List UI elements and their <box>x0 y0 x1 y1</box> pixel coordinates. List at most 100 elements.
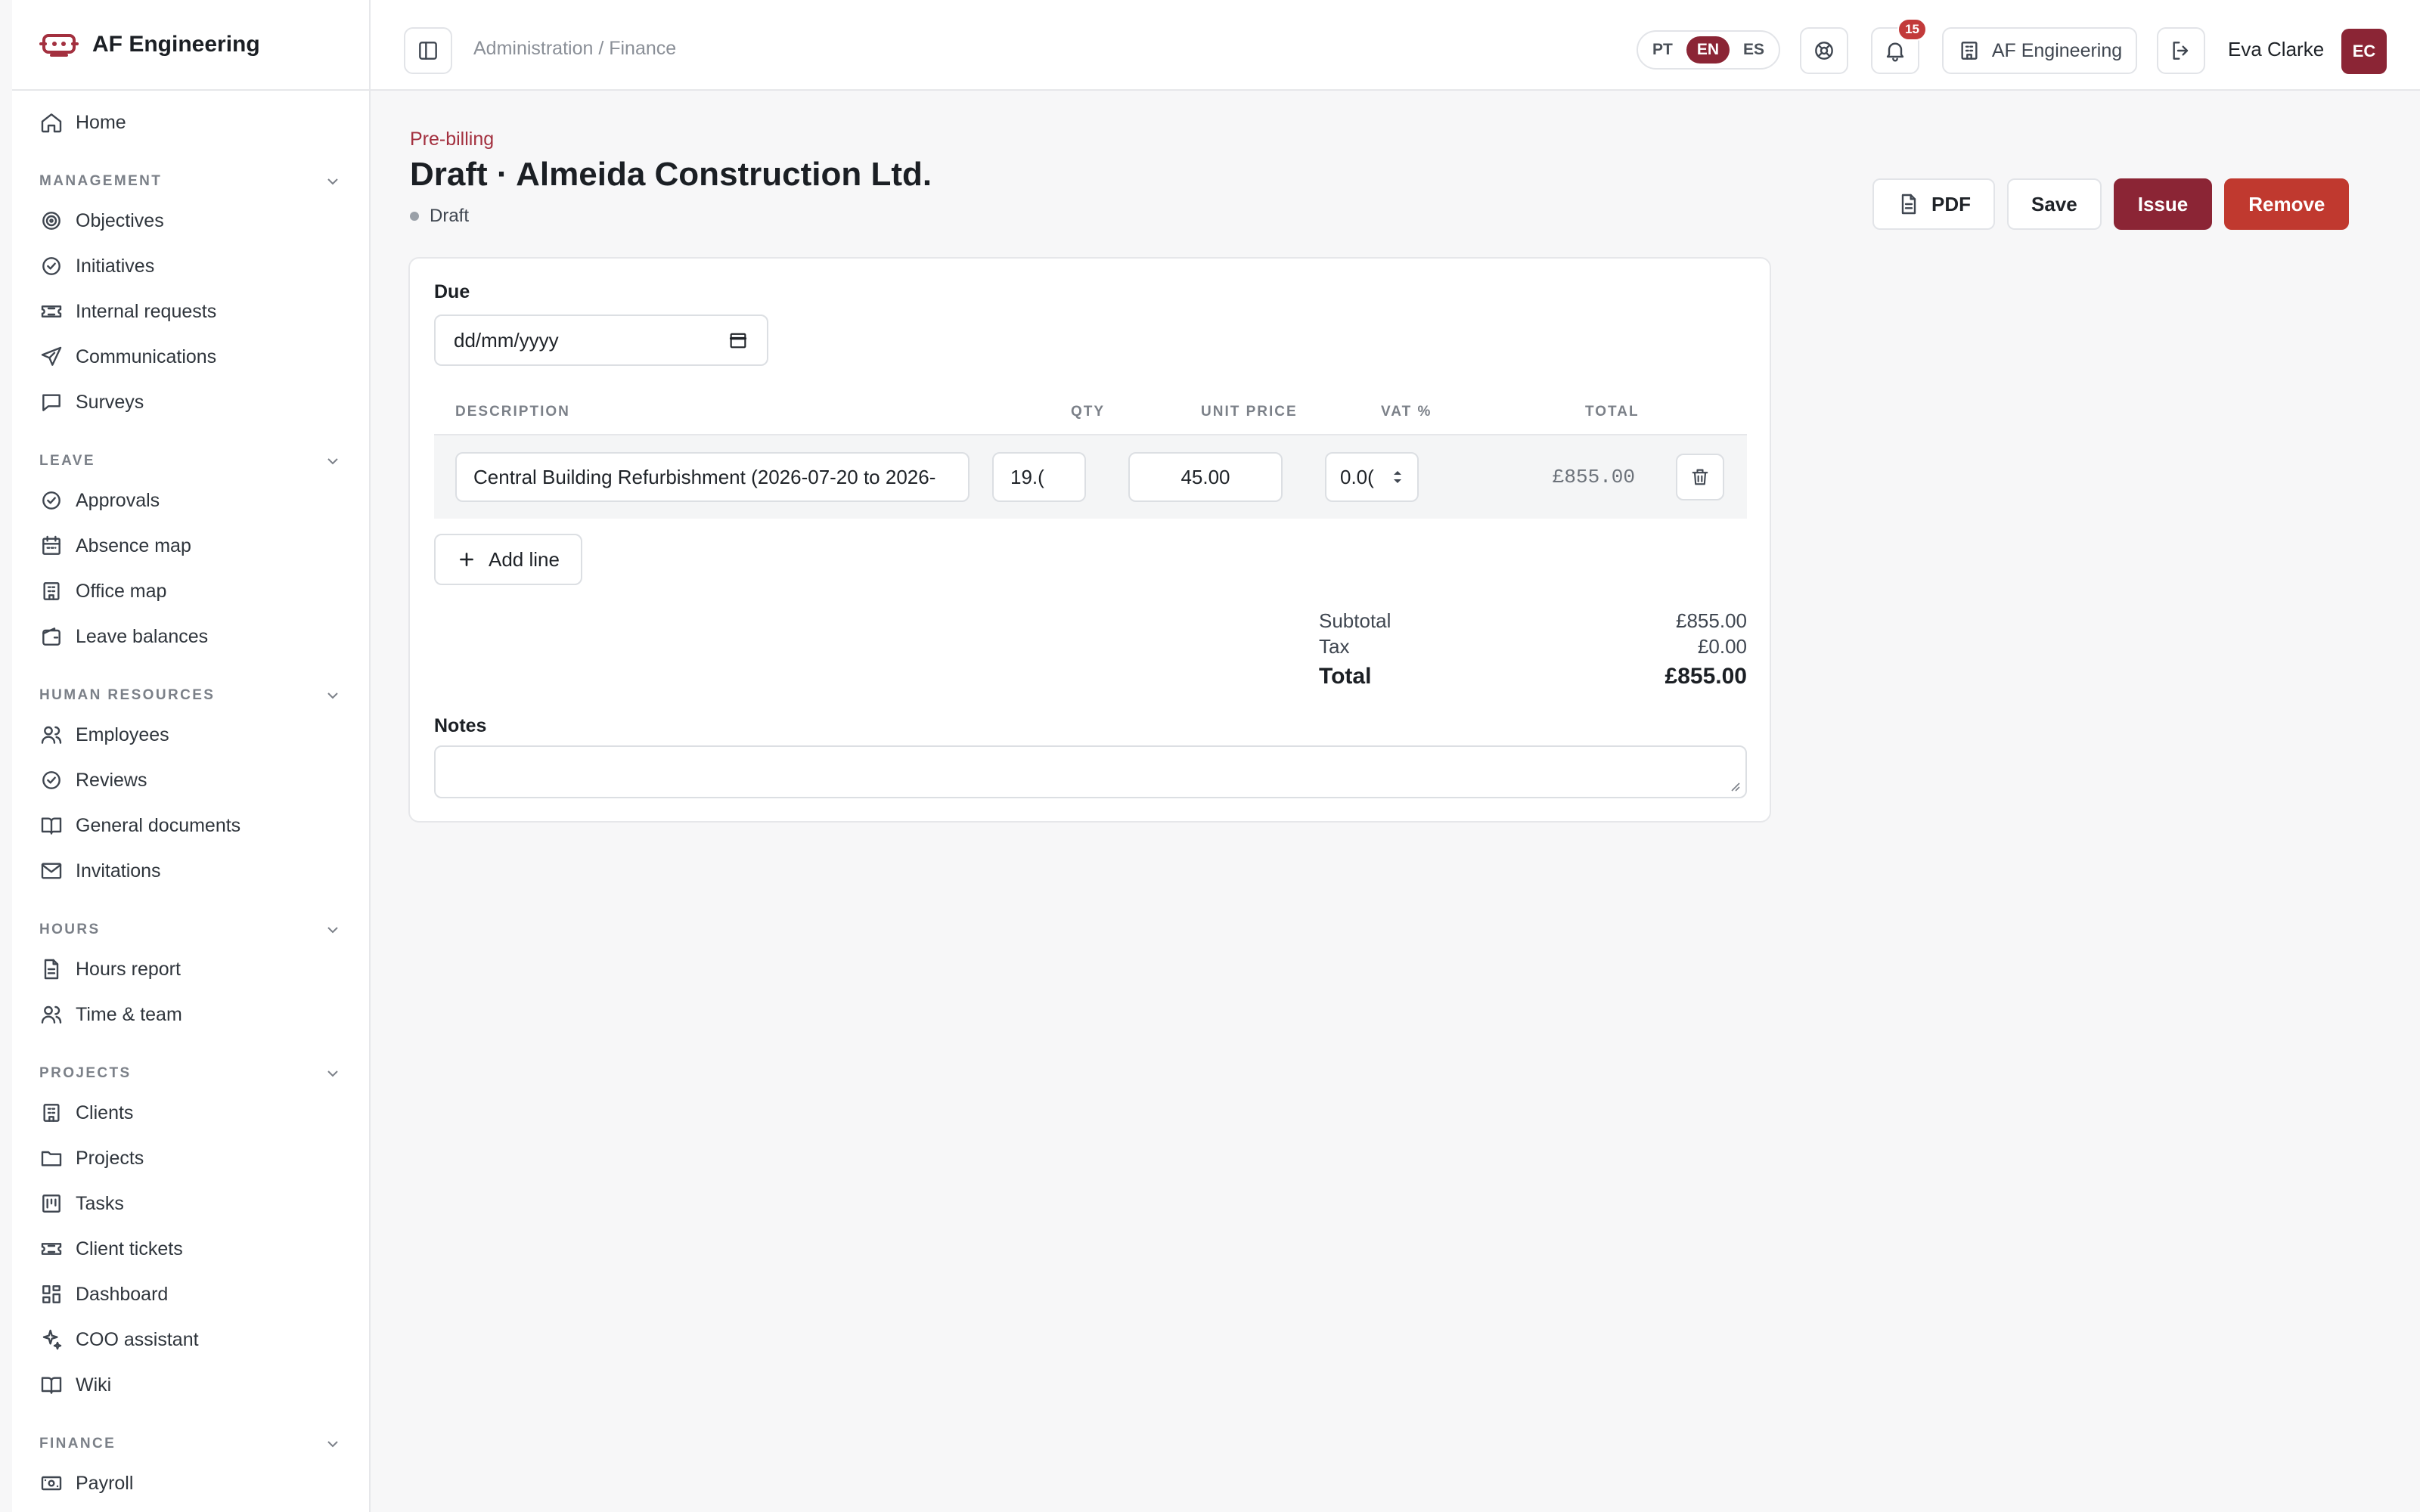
sidebar-section-0[interactable]: MANAGEMENT <box>12 165 369 198</box>
sidebar-item-employees[interactable]: Employees <box>12 712 369 758</box>
sidebar-item-label: Leave balances <box>76 625 209 647</box>
sidebar-section-3[interactable]: HOURS <box>12 913 369 947</box>
chevron-down-icon[interactable] <box>324 1064 342 1083</box>
sidebar-item-approvals[interactable]: Approvals <box>12 478 369 523</box>
sidebar-item-payroll[interactable]: Payroll <box>12 1461 369 1506</box>
sidebar-item-reviews[interactable]: Reviews <box>12 758 369 803</box>
check-circle-icon <box>42 771 60 789</box>
sidebar-item-internal-requests[interactable]: Internal requests <box>12 289 369 334</box>
sidebar-item-tasks[interactable]: Tasks <box>12 1181 369 1226</box>
sidebar-item-label: Initiatives <box>76 255 155 277</box>
sidebar-item-client-tickets[interactable]: Client tickets <box>12 1226 369 1272</box>
sidebar-item-time-team[interactable]: Time & team <box>12 992 369 1037</box>
sidebar-section-2[interactable]: HUMAN RESOURCES <box>12 679 369 712</box>
lang-en[interactable]: EN <box>1686 36 1730 64</box>
line-description-input[interactable]: Central Building Refurbishment (2026-07-… <box>455 452 970 502</box>
sidebar-section-5[interactable]: FINANCE <box>12 1427 369 1461</box>
language-switcher: PT EN ES <box>1637 30 1780 70</box>
sidebar-item-wiki[interactable]: Wiki <box>12 1362 369 1408</box>
col-description: DESCRIPTION <box>455 404 570 420</box>
breadcrumb: Administration / Finance <box>473 38 677 59</box>
line-vat-input[interactable]: 0.0( <box>1325 452 1419 502</box>
sidebar-section-1[interactable]: LEAVE <box>12 445 369 478</box>
save-button[interactable]: Save <box>2007 178 2102 230</box>
sidebar-item-clients[interactable]: Clients <box>12 1090 369 1136</box>
sidebar-section-4[interactable]: PROJECTS <box>12 1057 369 1090</box>
section-title: HOURS <box>39 922 101 937</box>
sidebar-item-communications[interactable]: Communications <box>12 334 369 380</box>
sidebar-item-label: Projects <box>76 1147 144 1169</box>
sidebar-item-label: Payroll <box>76 1472 134 1494</box>
page-kicker[interactable]: Pre-billing <box>410 129 494 150</box>
sidebar-item-initiatives[interactable]: Initiatives <box>12 243 369 289</box>
notes-textarea[interactable] <box>434 745 1747 798</box>
sidebar-item-coo-assistant[interactable]: COO assistant <box>12 1317 369 1362</box>
company-switcher[interactable]: AF Engineering <box>1942 27 2137 74</box>
sidebar-item-dashboard[interactable]: Dashboard <box>12 1272 369 1317</box>
section-title: LEAVE <box>39 453 95 469</box>
remove-button[interactable]: Remove <box>2224 178 2350 230</box>
sidebar-item-label: Home <box>76 111 126 133</box>
subtotal-label: Subtotal <box>1319 609 1392 632</box>
sidebar-item-label: General documents <box>76 814 241 836</box>
due-date-input[interactable]: dd/mm/yyyy <box>434 314 768 366</box>
sidebar-item-general-documents[interactable]: General documents <box>12 803 369 848</box>
line-unit-price-input[interactable]: 45.00 <box>1128 452 1283 502</box>
subtotal-row: Subtotal £855.00 <box>1319 609 1747 633</box>
pdf-button-label: PDF <box>1931 192 1971 215</box>
send-icon <box>41 346 62 366</box>
company-name: AF Engineering <box>1991 39 2123 61</box>
toggle-sidebar-button[interactable] <box>404 27 452 74</box>
calendar-icon[interactable] <box>728 330 749 351</box>
chevron-down-icon[interactable] <box>324 686 342 705</box>
line-qty-input[interactable]: 19.( <box>992 452 1086 502</box>
help-button[interactable] <box>1800 27 1848 74</box>
logout-icon <box>2173 42 2189 60</box>
target-icon <box>42 212 60 230</box>
chevron-down-icon[interactable] <box>324 172 342 191</box>
col-vat: VAT % <box>1381 404 1432 420</box>
avatar[interactable]: EC <box>2341 29 2387 74</box>
lang-es[interactable]: ES <box>1743 41 1764 59</box>
chevron-down-icon[interactable] <box>324 1435 342 1453</box>
lang-pt[interactable]: PT <box>1652 41 1673 59</box>
add-line-button[interactable]: Add line <box>434 534 582 585</box>
sidebar-item-objectives[interactable]: Objectives <box>12 198 369 243</box>
sidebar-item-office-map[interactable]: Office map <box>12 569 369 614</box>
sidebar-item-home[interactable]: Home <box>12 100 369 145</box>
tax-label: Tax <box>1319 635 1350 658</box>
sidebar-item-pre-billing[interactable]: Pre-billing <box>12 1506 369 1512</box>
delete-line-button[interactable] <box>1676 454 1724 500</box>
file-icon <box>1901 194 1916 215</box>
folder-icon <box>41 1151 62 1167</box>
sidebar-item-projects[interactable]: Projects <box>12 1136 369 1181</box>
status-dot <box>410 212 419 221</box>
stepper-icon[interactable] <box>1392 468 1404 486</box>
topbar: Administration / Finance PT EN ES 15 AF … <box>371 0 2420 91</box>
logo-icon <box>39 34 79 57</box>
sidebar-item-label: COO assistant <box>76 1328 199 1350</box>
chevron-down-icon[interactable] <box>324 452 342 470</box>
mail-icon <box>41 863 62 879</box>
issue-button[interactable]: Issue <box>2113 178 2213 230</box>
money-icon <box>41 1476 62 1491</box>
sidebar-item-leave-balances[interactable]: Leave balances <box>12 614 369 659</box>
sidebar-item-surveys[interactable]: Surveys <box>12 380 369 425</box>
sidebar: AF Engineering Home MANAGEMENT Objectives… <box>12 0 371 1512</box>
grid-icon <box>42 1285 60 1303</box>
sidebar-item-label: Tasks <box>76 1192 124 1214</box>
brand[interactable]: AF Engineering <box>12 0 369 91</box>
sidebar-item-label: Dashboard <box>76 1283 169 1305</box>
sidebar-item-label: Reviews <box>76 769 147 791</box>
book-icon <box>41 1377 62 1394</box>
chevron-down-icon[interactable] <box>324 921 342 939</box>
logout-button[interactable] <box>2157 27 2205 74</box>
notifications-button[interactable]: 15 <box>1871 18 1927 74</box>
resize-handle-icon[interactable] <box>1729 780 1741 792</box>
due-label: Due <box>434 281 470 302</box>
pdf-button[interactable]: PDF <box>1872 178 1995 230</box>
brand-name: AF Engineering <box>92 32 260 57</box>
sidebar-item-absence-map[interactable]: Absence map <box>12 523 369 569</box>
sidebar-item-invitations[interactable]: Invitations <box>12 848 369 894</box>
sidebar-item-hours-report[interactable]: Hours report <box>12 947 369 992</box>
